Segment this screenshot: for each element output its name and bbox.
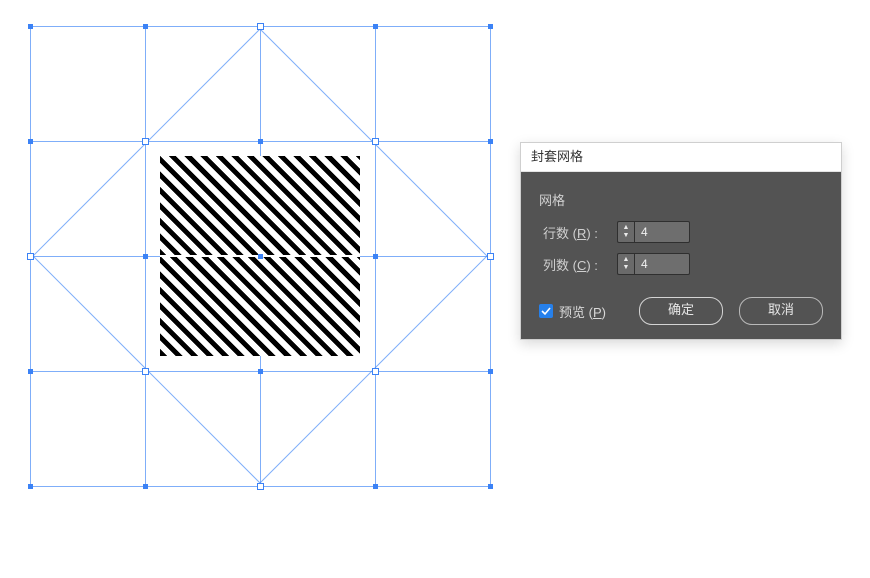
- mesh-anchor[interactable]: [258, 369, 263, 374]
- mesh-anchor[interactable]: [488, 24, 493, 29]
- path-anchor-handle[interactable]: [257, 23, 264, 30]
- path-anchor-handle[interactable]: [142, 368, 149, 375]
- mesh-anchor[interactable]: [258, 139, 263, 144]
- mesh-anchor[interactable]: [143, 24, 148, 29]
- preview-checkbox[interactable]: 预览 (P): [539, 302, 606, 321]
- preview-label: 预览 (P): [559, 302, 606, 321]
- mesh-anchor[interactable]: [488, 369, 493, 374]
- preview-label-suffix: ): [602, 305, 606, 320]
- rows-mnemonic: R: [577, 226, 586, 241]
- ok-button[interactable]: 确定: [639, 297, 723, 325]
- preview-mnemonic: P: [593, 305, 602, 320]
- rows-label-suffix: ) :: [586, 226, 598, 241]
- artwork-hatch: [160, 256, 360, 356]
- mesh-anchor[interactable]: [258, 254, 263, 259]
- preview-label-prefix: 预览 (: [559, 305, 593, 320]
- dialog-body: 网格 行数 (R) : ▲ ▼ 列数 (C) : ▲ ▼: [521, 172, 841, 339]
- mesh-anchor[interactable]: [488, 139, 493, 144]
- mesh-anchor[interactable]: [373, 254, 378, 259]
- mesh-anchor[interactable]: [373, 24, 378, 29]
- dialog-titlebar[interactable]: 封套网格: [521, 143, 841, 172]
- cols-label-suffix: ) :: [586, 258, 598, 273]
- path-anchor-handle[interactable]: [257, 483, 264, 490]
- rows-input[interactable]: [634, 221, 690, 243]
- path-anchor-handle[interactable]: [372, 368, 379, 375]
- dialog-footer: 预览 (P) 确定 取消: [539, 297, 823, 325]
- chevron-down-icon[interactable]: ▼: [623, 232, 630, 240]
- path-anchor-handle[interactable]: [27, 253, 34, 260]
- envelope-mesh-dialog: 封套网格 网格 行数 (R) : ▲ ▼ 列数 (C) : ▲: [520, 142, 842, 340]
- stepper-arrows-icon[interactable]: ▲ ▼: [617, 253, 634, 275]
- mesh-anchor[interactable]: [373, 484, 378, 489]
- cancel-button[interactable]: 取消: [739, 297, 823, 325]
- path-anchor-handle[interactable]: [372, 138, 379, 145]
- dialog-title: 封套网格: [531, 149, 583, 164]
- mesh-group-label: 网格: [539, 190, 823, 209]
- mesh-anchor[interactable]: [143, 254, 148, 259]
- mesh-anchor[interactable]: [143, 484, 148, 489]
- chevron-up-icon[interactable]: ▲: [623, 256, 630, 264]
- checkbox-checked-icon[interactable]: [539, 304, 553, 318]
- cols-input[interactable]: [634, 253, 690, 275]
- envelope-bounding-box[interactable]: [30, 26, 490, 486]
- rows-label: 行数 (R) :: [543, 223, 617, 242]
- cols-mnemonic: C: [577, 258, 586, 273]
- cols-stepper[interactable]: ▲ ▼: [617, 253, 690, 275]
- rows-label-prefix: 行数 (: [543, 226, 577, 241]
- chevron-down-icon[interactable]: ▼: [623, 264, 630, 272]
- path-anchor-handle[interactable]: [487, 253, 494, 260]
- cols-field: 列数 (C) : ▲ ▼: [543, 253, 823, 275]
- stepper-arrows-icon[interactable]: ▲ ▼: [617, 221, 634, 243]
- cols-label-prefix: 列数 (: [543, 258, 577, 273]
- artwork-hatch: [160, 156, 360, 256]
- rows-field: 行数 (R) : ▲ ▼: [543, 221, 823, 243]
- mesh-anchor[interactable]: [28, 24, 33, 29]
- mesh-anchor[interactable]: [28, 139, 33, 144]
- mesh-anchor[interactable]: [28, 369, 33, 374]
- cols-label: 列数 (C) :: [543, 255, 617, 274]
- path-anchor-handle[interactable]: [142, 138, 149, 145]
- mesh-anchor[interactable]: [488, 484, 493, 489]
- mesh-anchor[interactable]: [28, 484, 33, 489]
- chevron-up-icon[interactable]: ▲: [623, 224, 630, 232]
- rows-stepper[interactable]: ▲ ▼: [617, 221, 690, 243]
